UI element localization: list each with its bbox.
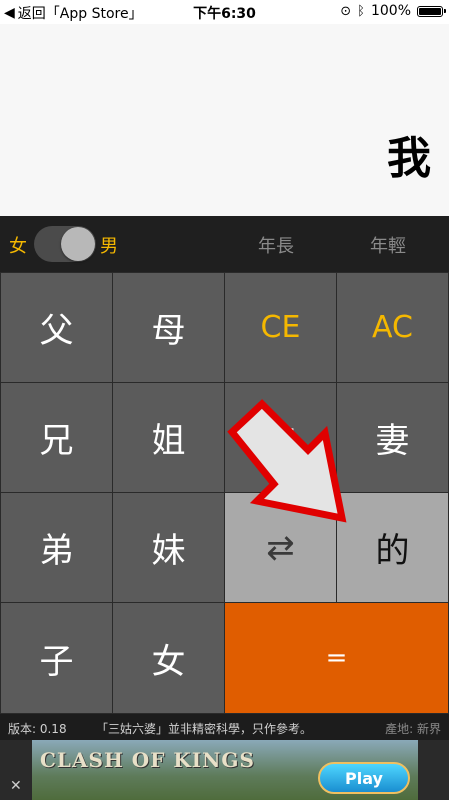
ad-play-button[interactable]: Play xyxy=(318,762,410,794)
result-display: 我 xyxy=(0,24,449,216)
status-bar: ◀ 返回「App Store」 下午6:30 ⊙ ᛒ 100% xyxy=(0,0,449,24)
ad-banner[interactable]: ✕ CLASH OF KINGS Play xyxy=(0,740,449,800)
option-bar: 女 男 年長 年輕 xyxy=(0,216,449,272)
male-label: 男 xyxy=(100,236,118,257)
key-wife[interactable]: 妻 xyxy=(336,382,449,493)
back-to-app-store[interactable]: ◀ 返回「App Store」 xyxy=(4,3,143,23)
key-elder-sister[interactable]: 姐 xyxy=(112,382,225,493)
key-daughter[interactable]: 女 xyxy=(112,602,225,714)
back-chevron-icon: ◀ xyxy=(4,5,15,21)
rotation-lock-icon: ⊙ xyxy=(340,3,352,19)
key-equals[interactable]: = xyxy=(224,602,449,714)
older-button[interactable]: 年長 xyxy=(258,232,294,258)
ad-creative[interactable]: CLASH OF KINGS Play xyxy=(32,740,418,800)
ad-title: CLASH OF KINGS xyxy=(40,748,255,772)
key-clear-entry[interactable]: CE xyxy=(224,272,337,383)
gender-toggle[interactable] xyxy=(34,226,96,262)
battery-percent: 100% xyxy=(370,3,411,19)
key-son[interactable]: 子 xyxy=(0,602,113,714)
bluetooth-icon: ᛒ xyxy=(357,3,365,19)
result-text: 我 xyxy=(387,133,431,184)
version-text: 版本: 0.18 xyxy=(8,722,67,736)
disclaimer-text: 「三姑六婆」並非精密科學，只作參考。 xyxy=(96,722,313,736)
key-elder-brother[interactable]: 兄 xyxy=(0,382,113,493)
key-mother[interactable]: 母 xyxy=(112,272,225,383)
key-all-clear[interactable]: AC xyxy=(336,272,449,383)
back-label: 返回「App Store」 xyxy=(17,6,143,22)
key-father[interactable]: 父 xyxy=(0,272,113,383)
origin-text: 產地: 新界 xyxy=(385,722,441,736)
key-husband[interactable]: 夫 xyxy=(224,382,337,493)
toggle-knob xyxy=(61,227,95,261)
footer: 版本: 0.18 「三姑六婆」並非精密科學，只作參考。 產地: 新界 xyxy=(0,714,449,740)
key-swap[interactable]: ⇄ xyxy=(224,492,337,603)
close-ad-icon[interactable]: ✕ xyxy=(10,778,22,794)
female-label: 女 xyxy=(9,236,27,257)
keypad: 父 母 CE AC 兄 姐 夫 妻 弟 妹 ⇄ 的 子 女 = xyxy=(0,272,449,714)
key-possessive[interactable]: 的 xyxy=(336,492,449,603)
key-younger-sister[interactable]: 妹 xyxy=(112,492,225,603)
battery-icon xyxy=(417,5,446,17)
younger-button[interactable]: 年輕 xyxy=(370,232,406,258)
key-younger-brother[interactable]: 弟 xyxy=(0,492,113,603)
